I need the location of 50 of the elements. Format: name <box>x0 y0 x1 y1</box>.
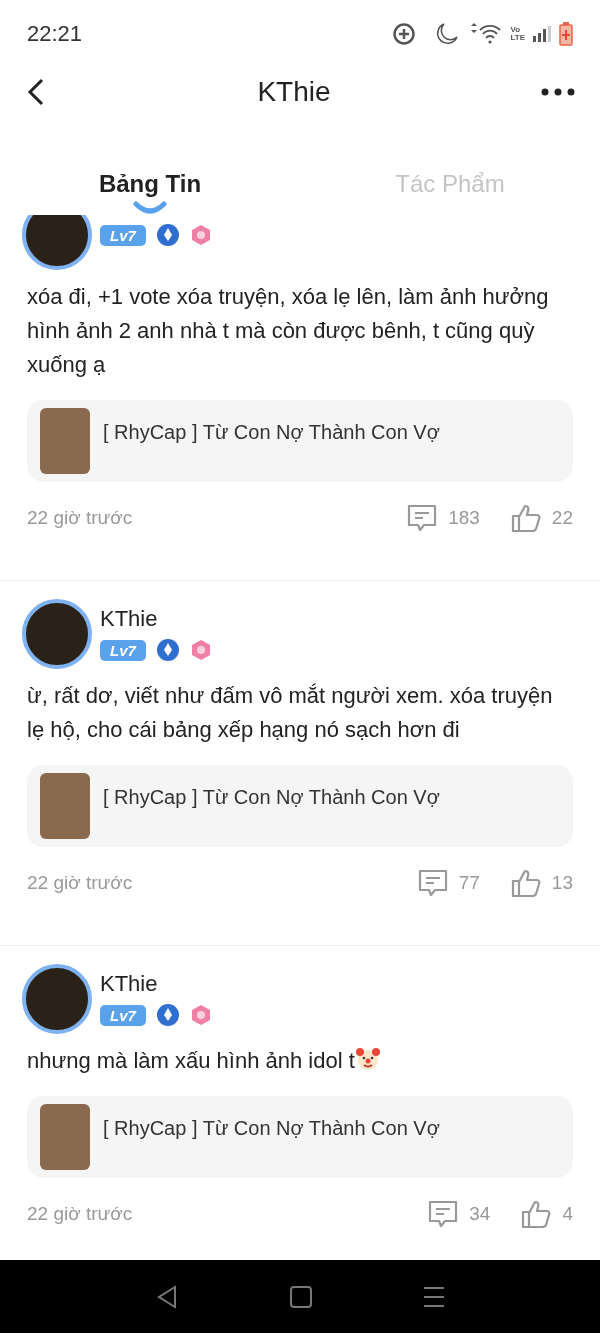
post-text: ừ, rất dơ, viết như đấm vô mắt người xem. xóa truyện lẹ hộ, cho cái bảng xếp hạng nó sạch hơn đi <box>27 682 554 744</box>
network-label: Vo <box>510 26 522 34</box>
hexagon-icon <box>189 1004 212 1026</box>
network-label: LTE <box>510 34 525 42</box>
user-name[interactable]: KThie <box>100 606 212 632</box>
moon-icon <box>434 21 461 47</box>
photo-placeholder <box>40 408 90 474</box>
post-text: xóa đi, +1 vote xóa truyện, xóa lẹ lên, làm ảnh hưởng hình ảnh 2 anh nhà t mà còn được bênh, t cũng quỳ xuống ạ <box>27 283 550 379</box>
comment-icon[interactable] <box>416 867 449 899</box>
story-card[interactable]: [ RhyCap ] Từ Con Nợ Thành Con Vợ <box>27 1096 573 1178</box>
home-nav-icon[interactable] <box>290 1285 312 1308</box>
tab[interactable]: Bảng Tin <box>0 115 300 215</box>
like-count: 13 <box>551 872 573 894</box>
photo-placeholder <box>40 1104 90 1170</box>
photo-placeholder <box>40 773 90 839</box>
signal-icon <box>533 26 551 42</box>
page-title: KThie <box>257 75 331 108</box>
comment-count: 34 <box>469 1203 491 1225</box>
level-badge: Lv7 <box>100 639 146 661</box>
post-time: 22 giờ trước <box>27 872 134 894</box>
story-card[interactable]: [ RhyCap ] Từ Con Nợ Thành Con Vợ <box>27 765 573 847</box>
story-title: [ RhyCap ] Từ Con Nợ Thành Con Vợ <box>103 786 440 809</box>
hexagon-icon <box>189 224 212 246</box>
status-time: 22:21 <box>27 21 83 47</box>
hexagon-icon <box>189 639 212 661</box>
like-count: 22 <box>551 507 573 529</box>
comment-icon[interactable] <box>427 1198 460 1230</box>
post-time: 22 giờ trước <box>27 507 134 529</box>
thumbs-up-icon[interactable] <box>509 867 542 899</box>
level-badge: Lv7 <box>100 224 146 246</box>
comment-count: 183 <box>448 507 480 529</box>
comment-count: 77 <box>458 872 480 894</box>
story-card[interactable]: [ RhyCap ] Từ Con Nợ Thành Con Vợ <box>27 400 573 482</box>
clown-face-icon <box>354 1046 381 1072</box>
story-title: [ RhyCap ] Từ Con Nợ Thành Con Vợ <box>103 421 440 444</box>
avatar-photo[interactable] <box>22 215 92 270</box>
user-name[interactable]: KThie <box>100 971 212 997</box>
battery-icon <box>559 22 573 46</box>
tab-indicator <box>133 201 167 215</box>
story-title: [ RhyCap ] Từ Con Nợ Thành Con Vợ <box>103 1117 440 1140</box>
post-time: 22 giờ trước <box>27 1203 134 1225</box>
level-badge: Lv7 <box>100 1004 146 1026</box>
post-text: nhưng mà làm xấu hình ảnh idol t <box>27 1044 573 1078</box>
thumbs-up-icon[interactable] <box>520 1198 553 1230</box>
menu-icon[interactable] <box>422 1285 445 1308</box>
more-icon[interactable] <box>540 86 576 97</box>
thumbs-up-icon[interactable] <box>509 502 542 534</box>
like-count: 4 <box>562 1203 573 1225</box>
comment-icon[interactable] <box>406 502 439 534</box>
data-saver-icon <box>392 22 417 46</box>
